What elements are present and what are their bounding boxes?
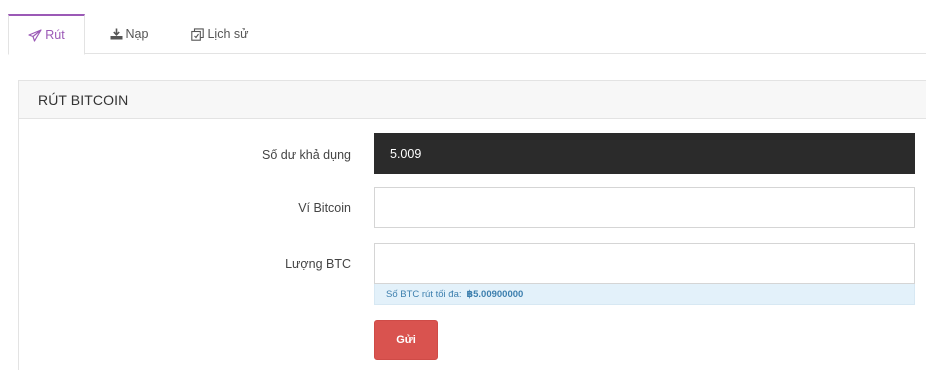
submit-button[interactable]: Gửi — [374, 320, 438, 360]
panel-title: RÚT BITCOIN — [19, 81, 926, 119]
tab-bar: Rút Nạp Lịch sử — [8, 14, 926, 55]
tab-withdraw-label: Rút — [45, 28, 65, 42]
tab-deposit[interactable]: Nạp — [93, 14, 165, 54]
balance-value: 5.009 — [374, 133, 915, 174]
balance-label: Số dư khả dụng — [262, 148, 351, 162]
download-icon — [110, 28, 123, 40]
max-withdraw-hint-value: ฿5.00900000 — [466, 288, 524, 300]
amount-label: Lượng BTC — [285, 257, 351, 271]
max-withdraw-hint: Số BTC rút tối đa: ฿5.00900000 — [374, 284, 915, 305]
wallet-label: Ví Bitcoin — [298, 201, 351, 215]
max-withdraw-hint-label: Số BTC rút tối đa: — [386, 288, 462, 300]
history-icon — [191, 27, 205, 41]
withdraw-panel: RÚT BITCOIN Số dư khả dụng 5.009 Ví Bitc… — [18, 80, 926, 370]
send-icon — [28, 28, 42, 42]
btc-amount-input[interactable] — [374, 243, 915, 284]
tab-withdraw[interactable]: Rút — [8, 14, 85, 55]
tab-history-label: Lịch sử — [207, 27, 249, 41]
tab-history[interactable]: Lịch sử — [175, 14, 265, 54]
wallet-address-input[interactable] — [374, 187, 915, 228]
tab-deposit-label: Nạp — [125, 27, 149, 41]
